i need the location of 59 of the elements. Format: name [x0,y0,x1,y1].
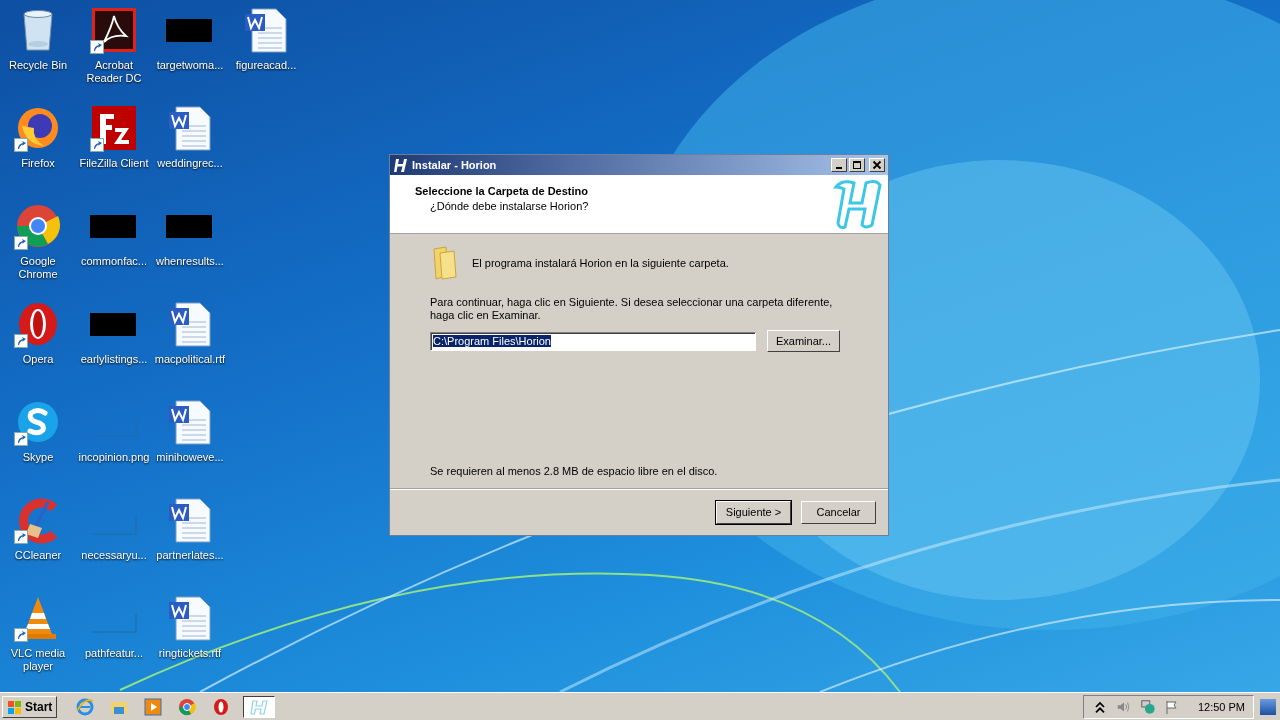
page-subheading: ¿Dónde debe instalarse Horion? [430,200,589,212]
acrobat-icon[interactable] [90,6,138,54]
maximize-button[interactable] [849,158,865,172]
minimize-icon [836,167,842,169]
h-logo-icon [393,157,409,173]
word-icon[interactable] [242,6,290,54]
filezilla-icon[interactable] [90,104,138,152]
desktop-icon-label[interactable]: necessaryu... [81,549,147,562]
desktop-icon-label[interactable]: Recycle Bin [8,59,68,72]
desktop-icon-label[interactable]: Firefox [21,157,55,170]
desktop-icon-label[interactable]: targetwoma... [156,59,224,72]
desktop-icon-label[interactable]: VLC media player [0,647,76,673]
instructions-text: Para continuar, haga clic en Siguiente. Si desea seleccionar una carpeta diferente, haga clic en Examinar. [430,296,834,322]
flag-icon[interactable] [1163,698,1180,715]
desktop-icon-label[interactable]: CCleaner [14,549,62,562]
desktop-icon-label[interactable]: FileZilla Client [79,157,149,170]
desktop-icon-label[interactable]: ringtickets.rtf [158,647,222,660]
desktop-icon-label[interactable]: figureacad... [235,59,297,72]
desktop-icon-label[interactable]: partnerlates... [156,549,224,562]
desktop-icon-label[interactable]: Opera [22,353,54,366]
desktop-icon-label[interactable]: pathfeatur... [84,647,144,660]
chrome-icon[interactable] [177,696,198,717]
desktop-icon-label[interactable]: minihoweve... [156,451,224,464]
close-button[interactable] [869,158,885,172]
desktop-icon-label[interactable]: weddingrec... [157,157,223,170]
desktop-icon-label[interactable]: incopinion.png [78,451,150,464]
word-icon[interactable] [166,104,214,152]
start-button[interactable]: Start [2,695,58,718]
path-field[interactable]: C:\Program Files\Horion [430,331,756,351]
start-logo-icon [7,698,23,715]
desktop-icon-label[interactable]: commonfac... [81,255,147,268]
h-logo-icon [832,177,884,231]
disk-space-note: Se requieren al menos 2.8 MB de espacio libre en el disco. [430,465,719,478]
cancel-button[interactable]: Cancelar [801,500,876,524]
word-icon[interactable] [166,398,214,446]
desktop-icon-label[interactable]: earlylistings... [80,353,148,366]
desktop-icon-label[interactable]: macpolitical.rtf [154,353,226,366]
network-icon[interactable] [1139,698,1156,715]
media-player-icon[interactable] [143,696,164,717]
word-icon[interactable] [166,300,214,348]
next-button[interactable]: Siguiente > [716,500,791,524]
show-desktop-button[interactable] [1260,698,1276,715]
maximize-icon [852,160,862,170]
close-icon [872,160,882,170]
minimize-button[interactable] [831,158,847,172]
word-icon[interactable] [166,496,214,544]
intro-text: El programa instalará Horion en la siguiente carpeta. [472,256,729,270]
h-logo-icon [249,698,270,715]
desktop-icon-label[interactable]: Skype [22,451,54,464]
desktop-icon-label[interactable]: whenresults... [156,255,224,268]
installer-task-button[interactable] [243,695,276,718]
window-title: Instalar - Horion [412,159,498,171]
page-heading: Seleccione la Carpeta de Destino [415,185,589,197]
chrome-icon[interactable] [14,202,62,250]
browse-button[interactable]: Examinar... [767,330,841,352]
clock[interactable]: 12:50 PM [1197,700,1245,713]
desktop-icon-label[interactable]: Acrobat Reader DC [76,59,152,85]
word-icon[interactable] [166,594,214,642]
desktop-icon-label[interactable]: Google Chrome [0,255,76,281]
